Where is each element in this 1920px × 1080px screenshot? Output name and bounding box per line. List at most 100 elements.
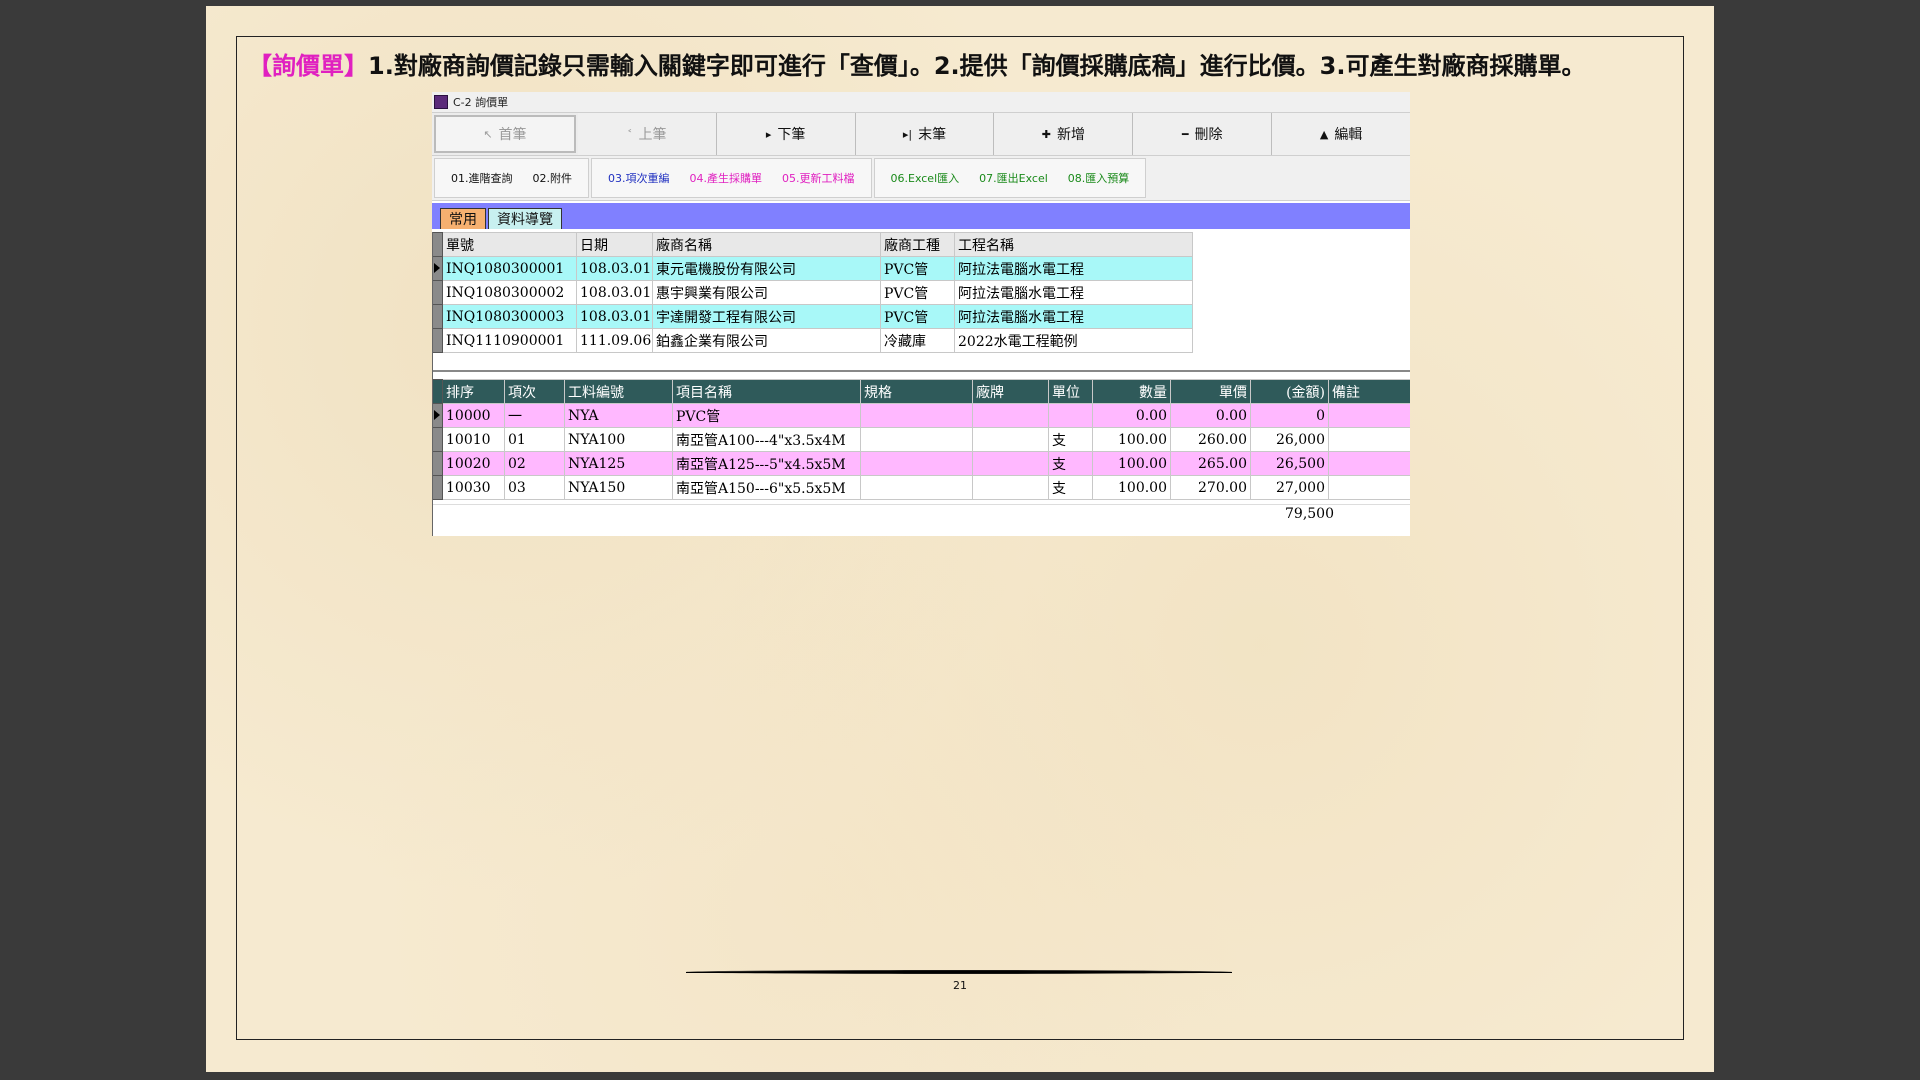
excel-export-button[interactable]: 07.匯出Excel xyxy=(979,170,1048,186)
table-row[interactable]: INQ1080300003 108.03.01 宇達開發工程有限公司 PVC管 … xyxy=(432,304,1193,329)
spec-cell xyxy=(860,475,973,500)
total-divider xyxy=(432,504,1410,505)
function-toolbar: 01.進階查詢 02.附件 03.項次重編 04.產生採購單 05.更新工料檔 … xyxy=(432,156,1410,201)
table-row[interactable]: 10020 02 NYA125 南亞管A125---5"x4.5x5M 支 10… xyxy=(432,451,1410,476)
inquiry-window: C-2 詢價單 ↖ 首筆 ˂ 上筆 ▸ 下筆 ▸| 末筆 ✚ 新增 ━ 刪除 ▲ 編輯 01.… xyxy=(432,92,1410,536)
spec-cell xyxy=(860,403,973,428)
tab-common[interactable]: 常用 xyxy=(440,208,486,229)
project-name: 2022水電工程範例 xyxy=(954,328,1193,353)
column-header[interactable]: 規格 xyxy=(860,379,973,404)
material-code-cell: NYA125 xyxy=(564,451,673,476)
column-header[interactable]: 項目名稱 xyxy=(672,379,861,404)
quantity-cell: 100.00 xyxy=(1092,427,1171,452)
grid-splitter[interactable] xyxy=(432,370,1410,372)
date-cell: 108.03.01 xyxy=(576,280,653,305)
add-record-button[interactable]: ✚ 新增 xyxy=(994,113,1134,155)
inquiry-no: INQ1110900001 xyxy=(442,328,577,353)
table-row[interactable]: 10030 03 NYA150 南亞管A150---6"x5.5x5M 支 10… xyxy=(432,475,1410,500)
excel-import-button[interactable]: 06.Excel匯入 xyxy=(891,170,960,186)
update-materials-button[interactable]: 05.更新工料檔 xyxy=(782,170,855,186)
next-record-label: 下筆 xyxy=(777,127,806,143)
column-header[interactable]: 工程名稱 xyxy=(954,232,1193,257)
vendor-name: 宇達開發工程有限公司 xyxy=(652,304,881,329)
row-selector[interactable] xyxy=(432,451,443,476)
table-row[interactable]: INQ1110900001 111.09.06 鉑鑫企業有限公司 冷藏庫 202… xyxy=(432,328,1193,353)
table-row[interactable]: 10000 一 NYA PVC管 0.00 0.00 0 xyxy=(432,403,1410,428)
column-header[interactable]: 備註 xyxy=(1328,379,1410,404)
column-header[interactable]: 單價 xyxy=(1170,379,1251,404)
amount-cell: 26,000 xyxy=(1250,427,1329,452)
column-header[interactable]: 數量 xyxy=(1092,379,1171,404)
amount-total: 79,500 xyxy=(1285,506,1334,522)
attachment-button[interactable]: 02.附件 xyxy=(533,170,573,186)
column-header[interactable]: 排序 xyxy=(442,379,505,404)
row-selector[interactable] xyxy=(432,475,443,500)
unit-cell: 支 xyxy=(1048,451,1093,476)
footer-line xyxy=(686,972,1232,973)
date-cell: 108.03.01 xyxy=(576,304,653,329)
last-record-label: 末筆 xyxy=(918,127,947,143)
table-row[interactable]: INQ1080300002 108.03.01 惠宇興業有限公司 PVC管 阿拉… xyxy=(432,280,1193,305)
table-row[interactable]: INQ1080300001 108.03.01 東元電機股份有限公司 PVC管 … xyxy=(432,256,1193,281)
column-header[interactable]: 廠商工種 xyxy=(880,232,955,257)
vendor-trade: PVC管 xyxy=(880,304,955,329)
sort-cell: 10020 xyxy=(442,451,505,476)
column-header[interactable]: 單號 xyxy=(442,232,577,257)
page-number: 21 xyxy=(953,979,967,992)
grid-left-edge xyxy=(432,232,433,536)
quantity-cell: 100.00 xyxy=(1092,475,1171,500)
delete-record-button[interactable]: ━ 刪除 xyxy=(1133,113,1273,155)
tab-data-navigation[interactable]: 資料導覽 xyxy=(488,208,562,229)
next-icon: ▸ xyxy=(765,127,772,141)
inquiry-no: INQ1080300001 xyxy=(442,256,577,281)
row-selector[interactable] xyxy=(432,256,443,281)
column-header[interactable]: 項次 xyxy=(504,379,565,404)
unit-price-cell: 265.00 xyxy=(1170,451,1251,476)
edit-record-label: 編輯 xyxy=(1334,127,1363,143)
renumber-items-button[interactable]: 03.項次重編 xyxy=(608,170,670,186)
item-name-cell: 南亞管A150---6"x5.5x5M xyxy=(672,475,861,500)
next-record-button[interactable]: ▸ 下筆 xyxy=(716,113,856,155)
import-budget-button[interactable]: 08.匯入預算 xyxy=(1068,170,1130,186)
unit-cell xyxy=(1048,403,1093,428)
item-name-cell: PVC管 xyxy=(672,403,861,428)
row-selector[interactable] xyxy=(432,280,443,305)
function-group-process: 03.項次重編 04.產生採購單 05.更新工料檔 xyxy=(591,158,872,198)
prev-record-label: 上筆 xyxy=(638,127,667,143)
unit-cell: 支 xyxy=(1048,427,1093,452)
row-selector[interactable] xyxy=(432,403,443,428)
sort-cell: 10010 xyxy=(442,427,505,452)
column-header[interactable]: 日期 xyxy=(576,232,653,257)
row-selector-header xyxy=(432,379,443,404)
table-row[interactable]: 10010 01 NYA100 南亞管A100---4"x3.5x4M 支 10… xyxy=(432,427,1410,452)
generate-po-button[interactable]: 04.產生採購單 xyxy=(690,170,763,186)
amount-cell: 27,000 xyxy=(1250,475,1329,500)
first-record-button[interactable]: ↖ 首筆 xyxy=(434,115,576,153)
column-header[interactable]: 單位 xyxy=(1048,379,1093,404)
advanced-query-button[interactable]: 01.進階查詢 xyxy=(451,170,513,186)
item-no-cell: 02 xyxy=(504,451,565,476)
column-header[interactable]: 廠牌 xyxy=(972,379,1049,404)
item-no-cell: 一 xyxy=(504,403,565,428)
record-navbar: ↖ 首筆 ˂ 上筆 ▸ 下筆 ▸| 末筆 ✚ 新增 ━ 刪除 ▲ 編輯 xyxy=(432,112,1410,156)
prev-record-button[interactable]: ˂ 上筆 xyxy=(577,113,717,155)
last-record-button[interactable]: ▸| 末筆 xyxy=(855,113,995,155)
amount-cell: 26,500 xyxy=(1250,451,1329,476)
window-titlebar: C-2 詢價單 xyxy=(432,92,1410,112)
row-selector[interactable] xyxy=(432,427,443,452)
remark-cell xyxy=(1328,403,1410,428)
row-selector[interactable] xyxy=(432,328,443,353)
row-selector[interactable] xyxy=(432,304,443,329)
column-header[interactable]: 工料編號 xyxy=(564,379,673,404)
edit-record-button[interactable]: ▲ 編輯 xyxy=(1272,113,1410,155)
delete-record-label: 刪除 xyxy=(1194,127,1223,143)
column-header[interactable]: 廠商名稱 xyxy=(652,232,881,257)
inquiry-no: INQ1080300003 xyxy=(442,304,577,329)
project-name: 阿拉法電腦水電工程 xyxy=(954,256,1193,281)
headline-text: 1.對廠商詢價記錄只需輸入關鍵字即可進行「查價」。2.提供「詢價採購底稿」進行比… xyxy=(368,52,1586,80)
column-header[interactable]: (金額) xyxy=(1250,379,1329,404)
minus-icon: ━ xyxy=(1181,127,1189,141)
remark-cell xyxy=(1328,427,1410,452)
unit-price-cell: 0.00 xyxy=(1170,403,1251,428)
sort-cell: 10030 xyxy=(442,475,505,500)
